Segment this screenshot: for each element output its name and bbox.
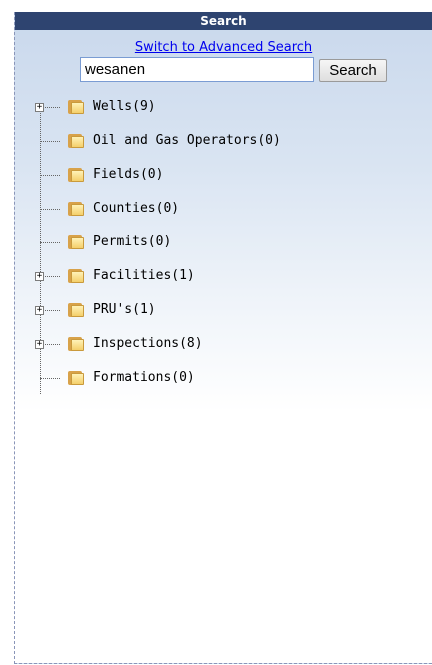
search-button[interactable]: Search	[319, 59, 387, 82]
tree-item-label[interactable]: Formations(0)	[93, 369, 195, 387]
expand-icon[interactable]: +	[35, 340, 44, 349]
expand-icon[interactable]: +	[35, 272, 44, 281]
tree-item-inspections[interactable]: + Inspections(8)	[15, 333, 345, 355]
panel-title: Search	[15, 12, 432, 30]
tree-item-facilities[interactable]: + Facilities(1)	[15, 265, 345, 287]
tree-item-prus[interactable]: + PRU's(1)	[15, 299, 345, 321]
tree-item-label[interactable]: Facilities(1)	[93, 267, 195, 285]
tree-item-oil-and-gas-operators[interactable]: Oil and Gas Operators(0)	[15, 130, 345, 152]
search-input[interactable]	[80, 57, 314, 82]
tree-item-label[interactable]: Fields(0)	[93, 166, 163, 184]
tree-item-label[interactable]: Inspections(8)	[93, 335, 203, 353]
advanced-search-link[interactable]: Switch to Advanced Search	[15, 40, 432, 55]
tree-item-counties[interactable]: Counties(0)	[15, 198, 345, 220]
results-tree: + Wells(9) Oil and Gas Operators(0) Fiel…	[15, 12, 432, 663]
folder-icon	[67, 267, 85, 284]
tree-branch-line	[40, 175, 60, 176]
expand-icon[interactable]: +	[35, 103, 44, 112]
tree-branch-line	[40, 209, 60, 210]
tree-item-label[interactable]: Wells(9)	[93, 98, 156, 116]
tree-item-label[interactable]: Permits(0)	[93, 233, 171, 251]
tree-item-wells[interactable]: + Wells(9)	[15, 96, 345, 118]
tree-item-label[interactable]: PRU's(1)	[93, 301, 156, 319]
folder-icon	[67, 301, 85, 318]
tree-item-label[interactable]: Oil and Gas Operators(0)	[93, 132, 281, 150]
folder-icon	[67, 369, 85, 386]
tree-item-formations[interactable]: Formations(0)	[15, 367, 345, 389]
tree-item-fields[interactable]: Fields(0)	[15, 164, 345, 186]
tree-branch-line	[40, 242, 60, 243]
tree-branch-line	[40, 378, 60, 379]
folder-icon	[67, 200, 85, 217]
tree-item-label[interactable]: Counties(0)	[93, 200, 179, 218]
folder-icon	[67, 132, 85, 149]
tree-branch-line	[40, 141, 60, 142]
tree-item-permits[interactable]: Permits(0)	[15, 231, 345, 253]
folder-icon	[67, 98, 85, 115]
expand-icon[interactable]: +	[35, 306, 44, 315]
folder-icon	[67, 233, 85, 250]
folder-icon	[67, 335, 85, 352]
folder-icon	[67, 166, 85, 183]
search-panel: Search Switch to Advanced Search Search …	[14, 12, 432, 664]
